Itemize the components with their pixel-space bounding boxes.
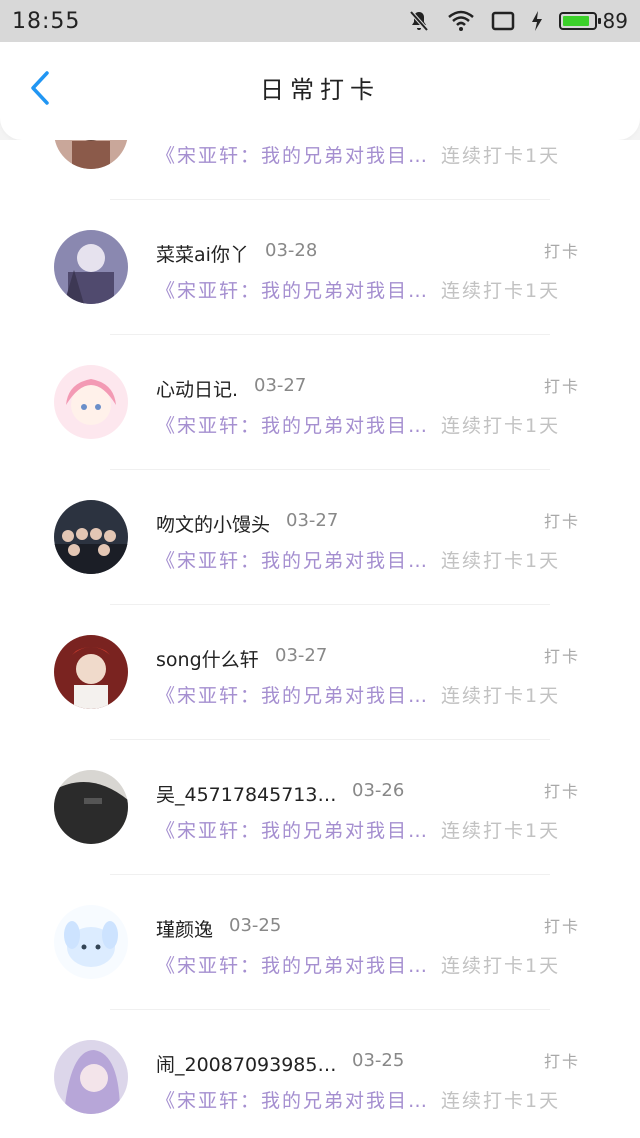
streak-text: 连续打卡1天 [441, 145, 561, 167]
charging-icon [531, 11, 542, 31]
avatar[interactable] [54, 140, 128, 169]
status-icons: 89 [407, 9, 628, 33]
item-preview[interactable]: 《宋亚轩：我的兄弟对我目… 连续打卡1天 [156, 681, 560, 708]
item-preview[interactable]: 《宋亚轩：我的兄弟对我目… 连续打卡1天 [156, 141, 560, 168]
book-title-preview: 《宋亚轩：我的兄弟对我目… [156, 820, 430, 842]
user-name[interactable]: 瑾颜逸 [156, 915, 213, 942]
checkin-date: 03-27 [275, 645, 328, 666]
header: 日常打卡 [0, 42, 640, 140]
avatar[interactable] [54, 770, 128, 844]
user-name[interactable]: 心动日记. [156, 375, 238, 402]
list-item[interactable]: 菜菜ai你丫 03-28 打卡《宋亚轩：我的兄弟对我目… 连续打卡1天 [0, 200, 640, 335]
item-preview[interactable]: 《宋亚轩：我的兄弟对我目… 连续打卡1天 [156, 1086, 560, 1113]
battery-percent: 89 [602, 9, 628, 33]
checkin-date: 03-28 [265, 240, 318, 261]
checkin-date: 03-25 [229, 915, 282, 936]
avatar[interactable] [54, 230, 128, 304]
checkin-label[interactable]: 打卡 [544, 643, 580, 667]
list-item[interactable]: 瑾颜逸 03-25 打卡《宋亚轩：我的兄弟对我目… 连续打卡1天 [0, 875, 640, 1010]
streak-text: 连续打卡1天 [441, 685, 561, 707]
list-item[interactable]: song什么轩 03-27 打卡《宋亚轩：我的兄弟对我目… 连续打卡1天 [0, 605, 640, 740]
item-preview[interactable]: 《宋亚轩：我的兄弟对我目… 连续打卡1天 [156, 816, 560, 843]
list-item[interactable]: 吻文的小馒头 03-27 打卡《宋亚轩：我的兄弟对我目… 连续打卡1天 [0, 470, 640, 605]
checkin-label[interactable]: 打卡 [544, 913, 580, 937]
status-bar: 18:55 89 [0, 0, 640, 42]
checkin-date: 03-27 [286, 510, 339, 531]
streak-text: 连续打卡1天 [441, 820, 561, 842]
checkin-label[interactable]: 打卡 [544, 238, 580, 262]
streak-text: 连续打卡1天 [441, 550, 561, 572]
item-preview[interactable]: 《宋亚轩：我的兄弟对我目… 连续打卡1天 [156, 411, 560, 438]
book-title-preview: 《宋亚轩：我的兄弟对我目… [156, 145, 430, 167]
streak-text: 连续打卡1天 [441, 415, 561, 437]
checkin-label[interactable]: 打卡 [544, 1048, 580, 1072]
checkin-date: 03-27 [254, 375, 307, 396]
list-item[interactable]: 心动日记. 03-27 打卡《宋亚轩：我的兄弟对我目… 连续打卡1天 [0, 335, 640, 470]
avatar[interactable] [54, 500, 128, 574]
checkin-list-inner: 《宋亚轩：我的兄弟对我目… 连续打卡1天 菜菜ai你丫 03-28 打卡 《宋亚轩：我的兄… [0, 140, 640, 1138]
avatar[interactable] [54, 635, 128, 709]
item-preview[interactable]: 《宋亚轩：我的兄弟对我目… 连续打卡1天 [156, 546, 560, 573]
checkin-label[interactable]: 打卡 [544, 778, 580, 802]
book-title-preview: 《宋亚轩：我的兄弟对我目… [156, 685, 430, 707]
wifi-icon [447, 10, 474, 31]
avatar[interactable] [54, 365, 128, 439]
item-preview[interactable]: 《宋亚轩：我的兄弟对我目… 连续打卡1天 [156, 276, 560, 303]
streak-text: 连续打卡1天 [441, 1090, 561, 1112]
page-title: 日常打卡 [260, 76, 380, 104]
book-title-preview: 《宋亚轩：我的兄弟对我目… [156, 1090, 430, 1112]
avatar[interactable] [54, 905, 128, 979]
book-title-preview: 《宋亚轩：我的兄弟对我目… [156, 550, 430, 572]
mute-icon [409, 10, 429, 32]
user-name[interactable]: 吴_45717845713… [156, 780, 336, 807]
battery-icon [558, 12, 601, 30]
item-preview[interactable]: 《宋亚轩：我的兄弟对我目… 连续打卡1天 [156, 951, 560, 978]
checkin-label[interactable]: 打卡 [544, 373, 580, 397]
book-title-preview: 《宋亚轩：我的兄弟对我目… [156, 280, 430, 302]
user-name[interactable]: song什么轩 [156, 645, 259, 672]
battery-level [562, 16, 590, 26]
book-title-preview: 《宋亚轩：我的兄弟对我目… [156, 955, 430, 977]
avatar[interactable] [54, 1040, 128, 1114]
list-item[interactable]: 《宋亚轩：我的兄弟对我目… 连续打卡1天 [0, 140, 640, 200]
list-item[interactable]: 闹_20087093985… 03-25 打卡《宋亚轩：我的兄弟对我目… 连续打卡1天 [0, 1010, 640, 1138]
status-time: 18:55 [12, 8, 81, 34]
user-name[interactable]: 闹_20087093985… [156, 1050, 336, 1077]
user-name[interactable]: 菜菜ai你丫 [156, 240, 249, 267]
streak-text: 连续打卡1天 [441, 280, 561, 302]
checkin-date: 03-26 [352, 780, 405, 801]
list-item[interactable]: 吴_45717845713… 03-26 打卡《宋亚轩：我的兄弟对我目… 连续打卡1天 [0, 740, 640, 875]
checkin-label[interactable]: 打卡 [544, 508, 580, 532]
checkin-list[interactable]: 《宋亚轩：我的兄弟对我目… 连续打卡1天 菜菜ai你丫 03-28 打卡 《宋亚轩：我的兄… [0, 140, 640, 1138]
checkin-date: 03-25 [352, 1050, 405, 1071]
screen-icon [491, 11, 514, 31]
streak-text: 连续打卡1天 [441, 955, 561, 977]
user-name[interactable]: 吻文的小馒头 [156, 510, 270, 537]
book-title-preview: 《宋亚轩：我的兄弟对我目… [156, 415, 430, 437]
